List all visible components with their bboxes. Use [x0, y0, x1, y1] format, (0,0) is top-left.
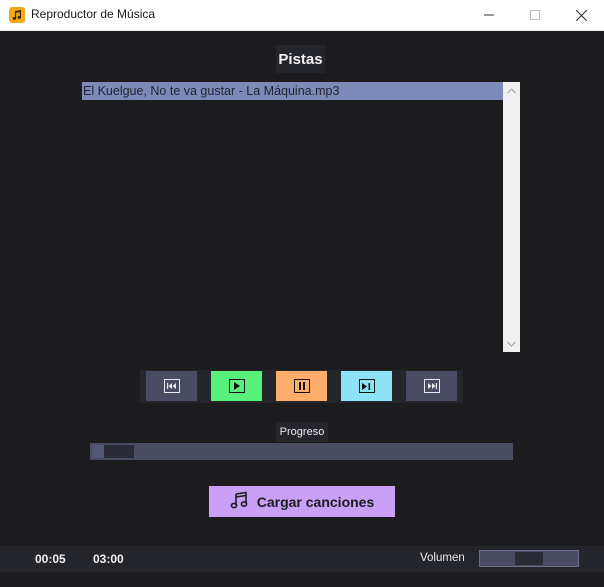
skip-back-icon [163, 379, 180, 393]
playback-controls [140, 370, 463, 403]
volume-slider[interactable] [479, 550, 579, 567]
tracks-heading: Pistas [276, 45, 325, 73]
load-songs-label: Cargar canciones [256, 493, 375, 510]
close-button[interactable] [558, 0, 604, 30]
stop-next-icon [358, 379, 375, 393]
current-time: 00:05 [35, 552, 66, 566]
title-bar: Reproductor de Música [0, 0, 604, 31]
skip-forward-icon [423, 379, 440, 393]
volume-handle[interactable] [515, 552, 543, 565]
previous-button[interactable] [146, 371, 197, 401]
stop-next-button[interactable] [341, 371, 392, 401]
music-app-icon [9, 7, 25, 23]
track-item[interactable]: El Kuelgue, No te va gustar - La Máquina… [82, 82, 503, 100]
window-bottom-edge [0, 572, 604, 587]
status-footer: 00:05 03:00 Volumen [0, 546, 604, 572]
track-list-scrollbar[interactable] [503, 82, 520, 352]
total-time: 03:00 [93, 552, 124, 566]
music-note-icon [230, 491, 248, 512]
next-button[interactable] [406, 371, 457, 401]
track-list-items: El Kuelgue, No te va gustar - La Máquina… [82, 82, 503, 352]
play-button[interactable] [211, 371, 262, 401]
load-songs-button[interactable]: Cargar canciones [209, 486, 395, 517]
pause-icon [293, 379, 310, 393]
scroll-up-icon[interactable] [503, 82, 520, 99]
progress-handle[interactable] [92, 445, 104, 458]
maximize-button[interactable] [512, 0, 558, 30]
progress-fill [104, 445, 134, 458]
pause-button[interactable] [276, 371, 327, 401]
track-list[interactable]: El Kuelgue, No te va gustar - La Máquina… [82, 82, 520, 352]
minimize-button[interactable] [466, 0, 512, 30]
volume-label: Volumen [420, 552, 465, 564]
scroll-down-icon[interactable] [503, 335, 520, 352]
progress-label: Progreso [276, 422, 328, 442]
window-title: Reproductor de Música [31, 7, 156, 21]
play-icon [228, 379, 245, 393]
progress-slider[interactable] [90, 443, 513, 460]
